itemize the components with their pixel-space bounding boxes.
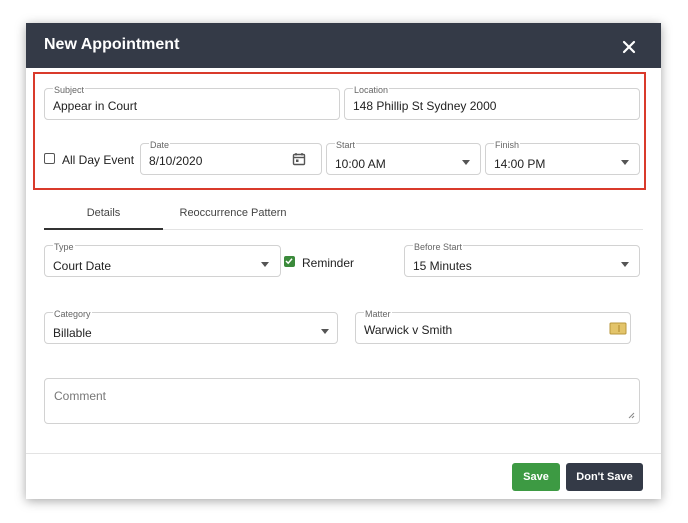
- chevron-down-icon: [621, 160, 629, 165]
- date-label: Date: [149, 140, 171, 150]
- close-icon[interactable]: [621, 39, 637, 55]
- start-label: Start: [335, 140, 357, 150]
- date-value: 8/10/2020: [149, 154, 203, 168]
- finish-label: Finish: [494, 140, 521, 150]
- chevron-down-icon: [321, 329, 329, 334]
- comment-placeholder: Comment: [54, 389, 107, 403]
- tab-details[interactable]: Details: [44, 207, 163, 219]
- footer-divider: [26, 453, 661, 454]
- dialog-titlebar: New Appointment: [26, 23, 661, 68]
- type-value: Court Date: [53, 259, 112, 273]
- start-select[interactable]: Start 10:00 AM: [326, 140, 481, 175]
- folder-icon[interactable]: [609, 321, 627, 335]
- finish-select[interactable]: Finish 14:00 PM: [485, 140, 640, 175]
- chevron-down-icon: [462, 160, 470, 165]
- subject-value: Appear in Court: [53, 99, 138, 113]
- matter-value: Warwick v Smith: [364, 323, 453, 337]
- matter-label: Matter: [364, 309, 392, 319]
- resize-handle-icon[interactable]: [627, 411, 635, 419]
- dialog-title: New Appointment: [44, 36, 180, 53]
- reminder-checkbox[interactable]: [284, 256, 295, 267]
- type-select[interactable]: Type Court Date: [44, 242, 281, 277]
- location-label: Location: [353, 85, 390, 95]
- matter-field[interactable]: Matter Warwick v Smith: [355, 309, 631, 344]
- chevron-down-icon: [621, 262, 629, 267]
- before-start-select[interactable]: Before Start 15 Minutes: [404, 242, 640, 277]
- before-start-value: 15 Minutes: [413, 259, 472, 273]
- calendar-icon[interactable]: [292, 152, 306, 166]
- start-value: 10:00 AM: [335, 157, 386, 171]
- new-appointment-dialog: New Appointment Subject Appear in Court …: [26, 23, 661, 499]
- category-label: Category: [53, 309, 92, 319]
- category-select[interactable]: Category Billable: [44, 309, 338, 344]
- category-value: Billable: [53, 326, 92, 340]
- type-label: Type: [53, 242, 75, 252]
- tab-reoccurrence-pattern[interactable]: Reoccurrence Pattern: [168, 207, 298, 219]
- save-button[interactable]: Save: [512, 463, 560, 491]
- comment-textarea[interactable]: Comment: [44, 378, 640, 424]
- chevron-down-icon: [261, 262, 269, 267]
- subject-label: Subject: [53, 85, 86, 95]
- all-day-label: All Day Event: [62, 153, 135, 167]
- date-field[interactable]: Date 8/10/2020: [140, 140, 322, 175]
- dont-save-button[interactable]: Don't Save: [566, 463, 643, 491]
- before-start-label: Before Start: [413, 242, 464, 252]
- check-icon: [285, 258, 293, 265]
- all-day-checkbox[interactable]: [44, 153, 55, 164]
- reminder-label: Reminder: [302, 256, 355, 270]
- location-value: 148 Phillip St Sydney 2000: [353, 99, 497, 113]
- finish-value: 14:00 PM: [494, 157, 546, 171]
- location-field[interactable]: Location 148 Phillip St Sydney 2000: [344, 85, 640, 120]
- active-tab-indicator: [44, 228, 163, 230]
- subject-field[interactable]: Subject Appear in Court: [44, 85, 340, 120]
